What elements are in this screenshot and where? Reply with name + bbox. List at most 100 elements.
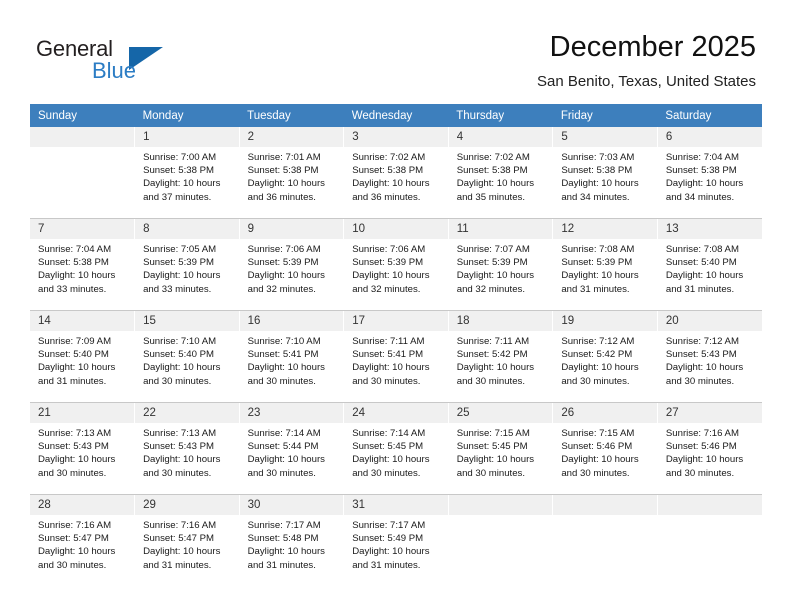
day-cell-details[interactable]: Sunrise: 7:04 AM Sunset: 5:38 PM Daylight:… (656, 147, 762, 219)
day-number[interactable]: 15 (134, 310, 240, 331)
day-detail-line: Sunset: 5:43 PM (38, 441, 109, 453)
day-detail-line: Sunrise: 7:16 AM (38, 520, 112, 531)
day-detail-line: Daylight: 10 hours (143, 178, 221, 190)
week-detail-row: Sunrise: 7:09 AM Sunset: 5:40 PM Daylight:… (30, 331, 762, 403)
day-cell-details[interactable]: Sunrise: 7:16 AM Sunset: 5:47 PM Daylight:… (134, 515, 240, 586)
day-detail-line: Sunset: 5:42 PM (561, 349, 633, 361)
day-detail-line: Sunset: 5:46 PM (665, 441, 737, 453)
day-number[interactable]: 2 (238, 127, 344, 147)
day-cell-details[interactable]: Sunrise: 7:10 AM Sunset: 5:41 PM Daylight:… (238, 331, 344, 403)
day-cell-details[interactable]: Sunrise: 7:14 AM Sunset: 5:44 PM Daylight:… (238, 423, 344, 495)
day-number[interactable]: 31 (343, 494, 449, 515)
day-cell-details[interactable]: Sunrise: 7:16 AM Sunset: 5:47 PM Daylight:… (30, 515, 135, 586)
day-number[interactable]: 6 (656, 127, 762, 147)
day-number[interactable]: 9 (238, 218, 344, 239)
day-cell-details[interactable]: Sunrise: 7:12 AM Sunset: 5:42 PM Daylight:… (552, 331, 658, 403)
day-number[interactable]: 29 (134, 494, 240, 515)
day-cell-details[interactable]: Sunrise: 7:00 AM Sunset: 5:38 PM Daylight:… (134, 147, 240, 219)
day-detail-line: and 30 minutes. (247, 375, 316, 387)
day-number[interactable]: 3 (343, 127, 449, 147)
day-number[interactable]: 30 (238, 494, 344, 515)
day-cell-details[interactable]: Sunrise: 7:04 AM Sunset: 5:38 PM Daylight:… (30, 239, 135, 311)
day-number[interactable]: 26 (552, 402, 658, 423)
day-cell-details[interactable]: Sunrise: 7:01 AM Sunset: 5:38 PM Daylight:… (238, 147, 344, 219)
day-detail-line: Daylight: 10 hours (38, 270, 116, 282)
day-number[interactable]: 19 (552, 310, 658, 331)
day-cell-details[interactable]: Sunrise: 7:06 AM Sunset: 5:39 PM Daylight:… (238, 239, 344, 311)
day-detail-line: and 30 minutes. (352, 375, 421, 387)
day-number[interactable]: 14 (30, 310, 135, 331)
week-detail-row: Sunrise: 7:04 AM Sunset: 5:38 PM Daylight:… (30, 239, 762, 311)
day-detail-line: Sunrise: 7:08 AM (665, 244, 739, 255)
day-cell-empty (30, 147, 135, 219)
day-number[interactable]: 5 (552, 127, 658, 147)
calendar-page: General Blue December 2025 San Benito, T… (0, 0, 792, 612)
day-cell-details[interactable]: Sunrise: 7:11 AM Sunset: 5:42 PM Daylight:… (447, 331, 553, 403)
day-number[interactable]: 8 (134, 218, 240, 239)
day-cell-details[interactable]: Sunrise: 7:06 AM Sunset: 5:39 PM Daylight:… (343, 239, 449, 311)
day-cell-details[interactable]: Sunrise: 7:02 AM Sunset: 5:38 PM Daylight:… (447, 147, 553, 219)
calendar-grid: Sunday Monday Tuesday Wednesday Thursday… (30, 104, 762, 586)
day-cell-details[interactable]: Sunrise: 7:10 AM Sunset: 5:40 PM Daylight:… (134, 331, 240, 403)
day-detail-line: Sunset: 5:42 PM (456, 349, 528, 361)
day-number-empty (447, 494, 553, 515)
day-number[interactable]: 11 (447, 218, 553, 239)
day-cell-details[interactable]: Sunrise: 7:14 AM Sunset: 5:45 PM Daylight:… (343, 423, 449, 495)
day-cell-details[interactable]: Sunrise: 7:08 AM Sunset: 5:39 PM Daylight:… (552, 239, 658, 311)
day-number[interactable]: 22 (134, 402, 240, 423)
day-detail-line: Daylight: 10 hours (247, 546, 325, 558)
day-number[interactable]: 23 (238, 402, 344, 423)
day-cell-details[interactable]: Sunrise: 7:16 AM Sunset: 5:46 PM Daylight:… (656, 423, 762, 495)
day-cell-details[interactable]: Sunrise: 7:12 AM Sunset: 5:43 PM Daylight:… (656, 331, 762, 403)
day-detail-line: and 34 minutes. (665, 191, 735, 203)
day-detail-line: Sunset: 5:43 PM (143, 441, 214, 453)
day-detail-line: Sunset: 5:43 PM (665, 349, 737, 361)
day-number[interactable]: 27 (656, 402, 762, 423)
day-cell-details[interactable]: Sunrise: 7:08 AM Sunset: 5:40 PM Daylight:… (656, 239, 762, 311)
day-number[interactable]: 24 (343, 402, 449, 423)
day-number[interactable]: 7 (30, 218, 135, 239)
day-detail-line: Sunrise: 7:07 AM (456, 244, 530, 255)
day-number[interactable]: 13 (656, 218, 762, 239)
day-number[interactable]: 4 (447, 127, 553, 147)
day-cell-details[interactable]: Sunrise: 7:15 AM Sunset: 5:45 PM Daylight:… (447, 423, 553, 495)
day-cell-details[interactable]: Sunrise: 7:17 AM Sunset: 5:49 PM Daylight:… (343, 515, 449, 586)
day-number[interactable]: 1 (134, 127, 240, 147)
day-number[interactable]: 17 (343, 310, 449, 331)
page-header: General Blue December 2025 San Benito, T… (0, 0, 792, 100)
day-detail-line: Sunset: 5:41 PM (352, 349, 424, 361)
day-detail-line: Daylight: 10 hours (143, 362, 221, 374)
day-cell-empty (447, 515, 553, 586)
day-cell-details[interactable]: Sunrise: 7:05 AM Sunset: 5:39 PM Daylight:… (134, 239, 240, 311)
day-cell-details[interactable]: Sunrise: 7:09 AM Sunset: 5:40 PM Daylight:… (30, 331, 135, 403)
day-cell-details[interactable]: Sunrise: 7:03 AM Sunset: 5:38 PM Daylight:… (552, 147, 658, 219)
day-cell-details[interactable]: Sunrise: 7:07 AM Sunset: 5:39 PM Daylight:… (447, 239, 553, 311)
day-detail-line: Sunrise: 7:17 AM (352, 520, 426, 531)
day-number[interactable]: 25 (447, 402, 553, 423)
day-cell-details[interactable]: Sunrise: 7:13 AM Sunset: 5:43 PM Daylight:… (134, 423, 240, 495)
day-cell-details[interactable]: Sunrise: 7:15 AM Sunset: 5:46 PM Daylight:… (552, 423, 658, 495)
day-cell-details[interactable]: Sunrise: 7:13 AM Sunset: 5:43 PM Daylight:… (30, 423, 135, 495)
day-detail-line: and 30 minutes. (352, 467, 421, 479)
day-number[interactable]: 10 (343, 218, 449, 239)
day-cell-details[interactable]: Sunrise: 7:02 AM Sunset: 5:38 PM Daylight:… (343, 147, 449, 219)
day-number[interactable]: 18 (447, 310, 553, 331)
day-detail-line: and 35 minutes. (456, 191, 526, 203)
day-number[interactable]: 16 (238, 310, 344, 331)
calendar-body: 1 2 3 4 5 6 Sunrise: 7:00 AM Sunset: 5:38 PM Day… (30, 127, 762, 586)
weekday-header-sunday: Sunday (30, 104, 135, 127)
day-detail-line: Daylight: 10 hours (456, 270, 535, 282)
day-number[interactable]: 21 (30, 402, 135, 423)
day-number[interactable]: 12 (552, 218, 658, 239)
day-detail-line: Daylight: 10 hours (247, 362, 325, 374)
day-detail-line: and 30 minutes. (665, 467, 735, 479)
day-detail-line: Daylight: 10 hours (38, 546, 116, 558)
day-number-empty (30, 127, 135, 147)
day-cell-details[interactable]: Sunrise: 7:17 AM Sunset: 5:48 PM Daylight:… (238, 515, 344, 586)
general-blue-logo[interactable]: General Blue (36, 36, 176, 88)
day-number[interactable]: 20 (656, 310, 762, 331)
day-cell-details[interactable]: Sunrise: 7:11 AM Sunset: 5:41 PM Daylight:… (343, 331, 449, 403)
day-detail-line: Sunrise: 7:16 AM (665, 428, 739, 439)
day-number[interactable]: 28 (30, 494, 135, 515)
day-detail-line: and 31 minutes. (247, 559, 316, 571)
